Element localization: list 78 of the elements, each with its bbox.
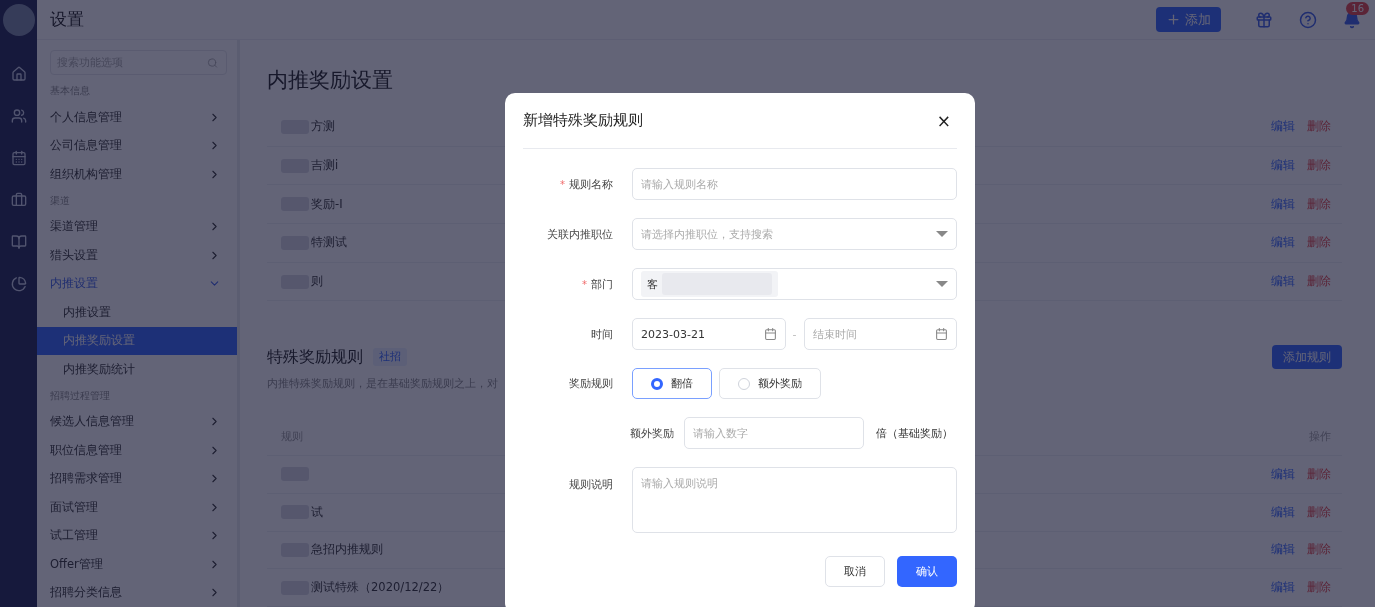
users-icon[interactable]	[10, 108, 27, 124]
menu-item[interactable]: 招聘分类信息	[50, 578, 227, 607]
select-field[interactable]: 客	[632, 268, 957, 300]
menu-item[interactable]: 候选人信息管理	[50, 407, 227, 436]
radio-option[interactable]: 翻倍	[632, 368, 712, 399]
date-field[interactable]: 结束时间	[803, 318, 957, 350]
notification-badge: 16	[1346, 2, 1369, 15]
menu-item[interactable]: Offer管理	[50, 550, 227, 579]
field-label: 规则说明	[568, 477, 613, 492]
page-title: 设置	[50, 8, 85, 31]
selected-tag: 客	[641, 271, 778, 297]
radio-option[interactable]: 额外奖励	[719, 368, 821, 399]
number-field[interactable]: 请输入数字	[684, 417, 864, 449]
edit-link[interactable]: 编辑	[1271, 467, 1295, 482]
section-title: 内推奖励设置	[267, 67, 394, 94]
input-field[interactable]: 请输入规则名称	[632, 168, 957, 200]
rule-name: 奖励-I	[311, 196, 343, 212]
dialog-title: 新增特殊奖励规则	[523, 111, 643, 130]
caret-icon	[936, 281, 948, 287]
help-icon[interactable]	[1299, 10, 1317, 29]
submenu-item[interactable]: 内推奖励统计	[37, 355, 237, 384]
field-label: 额外奖励	[630, 425, 674, 441]
calendar-icon	[935, 327, 948, 341]
edit-link[interactable]: 编辑	[1271, 542, 1295, 558]
rule-name: 测试特殊（2020/12/22）	[311, 580, 450, 596]
range-separator: -	[792, 327, 797, 341]
submenu-item[interactable]: 内推设置	[37, 298, 237, 327]
cancel-button[interactable]: 取消	[825, 556, 885, 587]
field-label: * 部门	[581, 276, 613, 292]
add-button[interactable]: 添加	[1156, 7, 1221, 32]
close-button[interactable]: ×	[930, 110, 957, 131]
field-label: 时间	[590, 326, 613, 342]
caret-icon	[936, 231, 948, 237]
edit-link[interactable]: 编辑	[1271, 504, 1295, 520]
textarea-field[interactable]: 请输入规则说明	[632, 467, 957, 533]
briefcase-icon[interactable]	[10, 192, 27, 208]
rule-name: 特测试	[311, 235, 347, 251]
edit-link[interactable]: 编辑	[1271, 274, 1295, 290]
field-label: 奖励规则	[568, 376, 613, 391]
rule-name: 吉测i	[311, 158, 339, 174]
menu-item[interactable]: 公司信息管理	[50, 131, 227, 160]
rule-name: 急招内推规则	[311, 542, 383, 558]
edit-link[interactable]: 编辑	[1271, 119, 1295, 135]
menu-item[interactable]: 渠道管理	[50, 212, 227, 241]
book-icon[interactable]	[10, 234, 27, 250]
calendar-icon	[763, 327, 777, 341]
menu-item[interactable]: 面试管理	[50, 493, 227, 522]
radio-icon	[738, 377, 750, 390]
edit-link[interactable]: 编辑	[1271, 235, 1295, 251]
menu-item[interactable]: 猎头设置	[50, 241, 227, 270]
edit-link[interactable]: 编辑	[1271, 580, 1295, 596]
select-field[interactable]: 请选择内推职位，支持搜索	[632, 218, 957, 250]
radio-icon	[651, 377, 663, 390]
menu-item[interactable]: 试工管理	[50, 521, 227, 550]
menu-item[interactable]: 个人信息管理	[50, 103, 227, 132]
unit-label: 倍（基础奖励）	[876, 425, 953, 441]
calendar-icon[interactable]	[10, 150, 27, 166]
pie-chart-icon[interactable]	[10, 276, 27, 292]
rule-name: 试	[311, 504, 323, 520]
logo-avatar[interactable]	[2, 4, 35, 36]
field-label: * 规则名称	[559, 176, 613, 192]
home-icon[interactable]	[10, 66, 27, 82]
rule-name: 方测	[311, 119, 335, 135]
required-asterisk: *	[560, 178, 565, 190]
menu-item[interactable]: 职位信息管理	[50, 436, 227, 465]
menu-item[interactable]: 招聘需求管理	[50, 464, 227, 493]
required-asterisk: *	[582, 278, 587, 290]
field-label: 关联内推职位	[546, 226, 613, 242]
confirm-button[interactable]: 确认	[897, 556, 957, 587]
edit-link[interactable]: 编辑	[1271, 196, 1295, 212]
edit-link[interactable]: 编辑	[1271, 158, 1295, 174]
section-title: 特殊奖励规则	[267, 346, 363, 368]
gift-icon[interactable]	[1255, 10, 1273, 29]
plus-icon	[1166, 12, 1181, 27]
rule-name: 则	[311, 274, 323, 290]
menu-item[interactable]: 组织机构管理	[50, 160, 227, 189]
search-icon	[207, 57, 218, 68]
date-field[interactable]: 2023-03-21	[632, 318, 786, 350]
